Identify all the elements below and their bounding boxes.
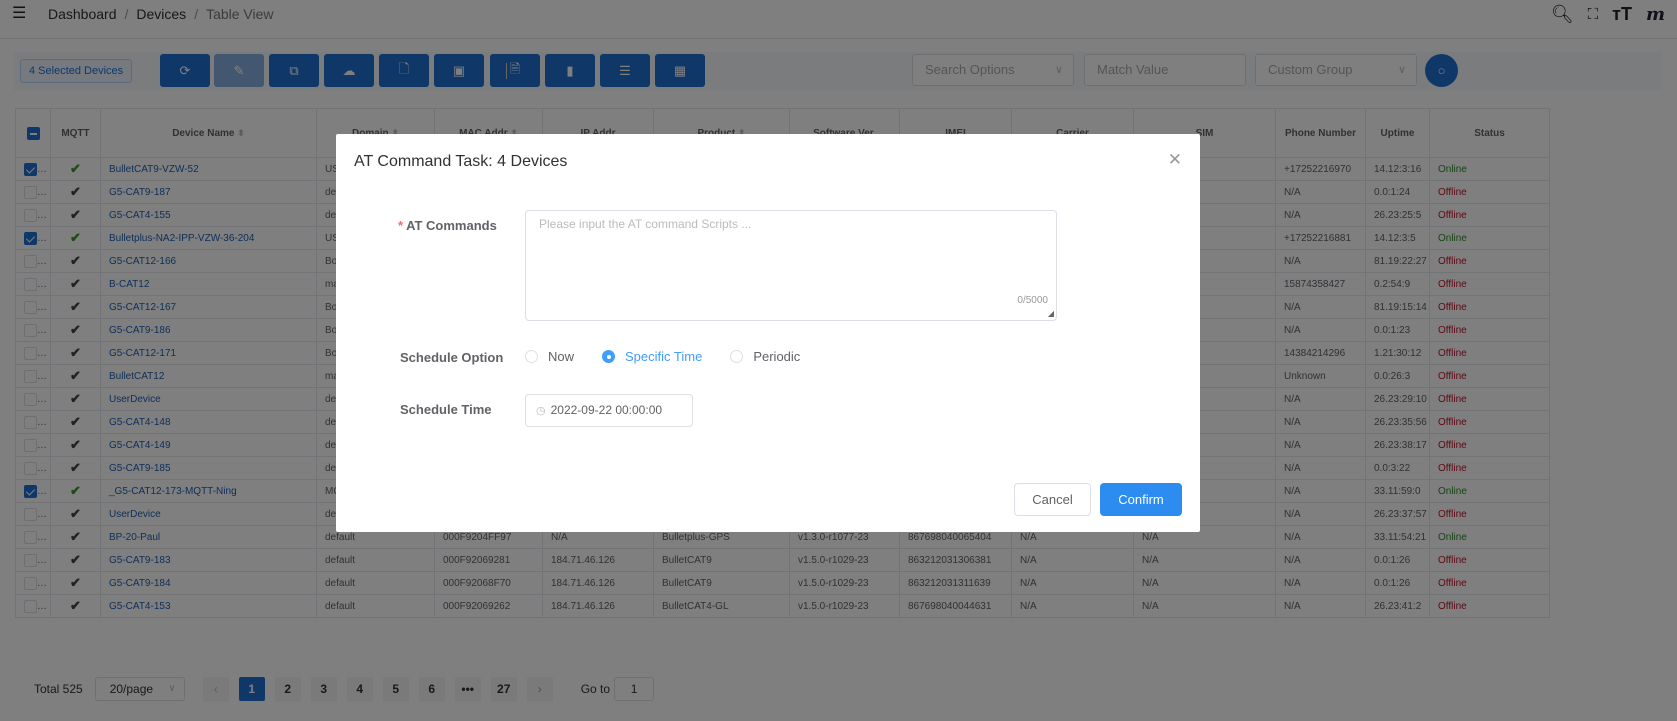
- radio-circle[interactable]: [730, 350, 744, 363]
- radio-specific-time-label: Specific Time: [625, 349, 703, 364]
- at-commands-label-text: AT Commands: [406, 218, 497, 233]
- radio-now-label: Now: [548, 349, 575, 364]
- at-commands-textarea[interactable]: Please input the AT command Scripts ... …: [525, 210, 1057, 321]
- cancel-button[interactable]: Cancel: [1014, 483, 1091, 516]
- close-icon[interactable]: ✕: [1168, 150, 1182, 170]
- character-count: 0/5000: [1017, 295, 1048, 306]
- schedule-time-value: 2022-09-22 00:00:00: [550, 403, 663, 417]
- schedule-time-label: Schedule Time: [400, 402, 492, 417]
- radio-specific-time[interactable]: Specific Time: [602, 349, 702, 364]
- radio-periodic[interactable]: Periodic: [730, 349, 800, 364]
- radio-periodic-label: Periodic: [753, 349, 801, 364]
- schedule-option-label: Schedule Option: [400, 350, 504, 365]
- at-command-modal: AT Command Task: 4 Devices ✕ * AT Command…: [336, 134, 1200, 532]
- clock-icon: ◷: [536, 405, 546, 417]
- schedule-time-picker[interactable]: ◷ 2022-09-22 00:00:00: [525, 394, 693, 427]
- radio-circle[interactable]: [602, 350, 616, 363]
- at-commands-placeholder: Please input the AT command Scripts ...: [539, 217, 752, 231]
- radio-circle[interactable]: [525, 350, 538, 363]
- required-asterisk: *: [398, 218, 404, 233]
- confirm-button[interactable]: Confirm: [1100, 483, 1182, 516]
- radio-now[interactable]: Now: [525, 349, 574, 364]
- resize-handle-icon[interactable]: ◢: [1048, 309, 1054, 318]
- schedule-option-radio-group: Now Specific Time Periodic: [525, 349, 828, 364]
- modal-title: AT Command Task: 4 Devices: [354, 153, 568, 170]
- at-commands-label: * AT Commands: [398, 218, 497, 233]
